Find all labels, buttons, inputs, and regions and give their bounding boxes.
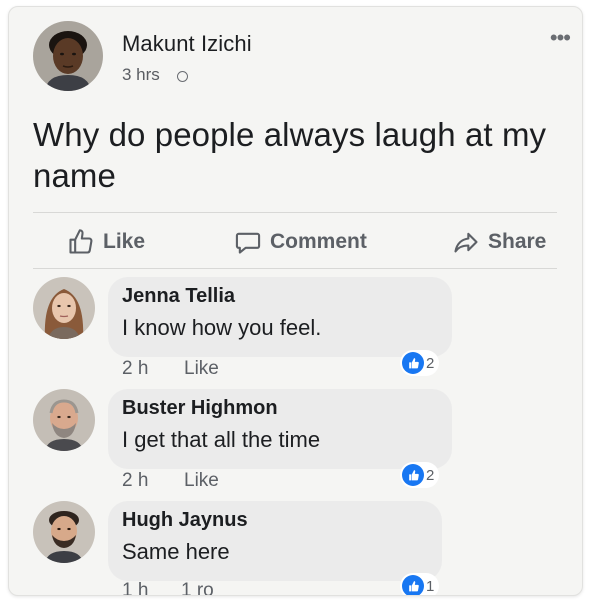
speech-bubble-icon [234, 228, 262, 256]
thumbs-up-icon [67, 228, 95, 256]
more-options-icon[interactable]: ••• [550, 27, 571, 49]
comment-button[interactable]: Comment [234, 227, 367, 257]
like-reaction-icon [402, 464, 424, 486]
comment-text: I get that all the time [122, 427, 321, 452]
post-timestamp[interactable]: 3 hrs [122, 65, 160, 85]
author-name[interactable]: Makunt Izichi [122, 31, 252, 57]
commenter-name[interactable]: Buster Highmon [122, 397, 278, 420]
post-card: Makunt Izichi 3 hrs ••• Why do people al… [8, 6, 583, 596]
author-avatar[interactable] [33, 21, 103, 91]
reaction-count[interactable]: 2 [400, 350, 440, 376]
share-arrow-icon [452, 228, 480, 256]
comment-like-button[interactable]: Like [184, 470, 219, 492]
comment-bubble: Hugh Jaynus Same here [108, 501, 442, 581]
comment-bubble: Buster Highmon I get that all the time [108, 389, 452, 469]
like-reaction-icon [402, 352, 424, 374]
comment-text: I know how you feel. [122, 315, 322, 340]
commenter-avatar[interactable] [33, 389, 95, 451]
divider [33, 268, 557, 269]
comment-text: Same here [122, 539, 230, 564]
reaction-count-label: 2 [426, 466, 435, 484]
comment-like-button[interactable]: Like [184, 358, 219, 380]
comment-like-button[interactable]: 1 ro [181, 580, 214, 595]
commenter-avatar[interactable] [33, 501, 95, 563]
like-label: Like [103, 230, 146, 253]
like-button[interactable]: Like [67, 227, 145, 257]
reaction-count-label: 2 [426, 354, 435, 372]
comment-label: Comment [270, 230, 367, 253]
reaction-count-label: 1 [426, 577, 435, 595]
commenter-name[interactable]: Jenna Tellia [122, 285, 235, 308]
share-label: Share [488, 230, 547, 253]
comment-time[interactable]: 2 h [122, 358, 148, 380]
reaction-count[interactable]: 1 [400, 573, 440, 595]
like-reaction-icon [402, 575, 424, 595]
commenter-name[interactable]: Hugh Jaynus [122, 509, 248, 532]
commenter-avatar[interactable] [33, 277, 95, 339]
comment-bubble: Jenna Tellia I know how you feel. [108, 277, 452, 357]
share-button[interactable]: Share [452, 227, 546, 257]
comment-time[interactable]: 1 h [122, 580, 148, 595]
comment-time[interactable]: 2 h [122, 470, 148, 492]
divider [33, 212, 557, 213]
globe-icon [177, 71, 188, 82]
reaction-count[interactable]: 2 [400, 462, 440, 488]
post-text: Why do people always laugh at my name [33, 116, 547, 194]
